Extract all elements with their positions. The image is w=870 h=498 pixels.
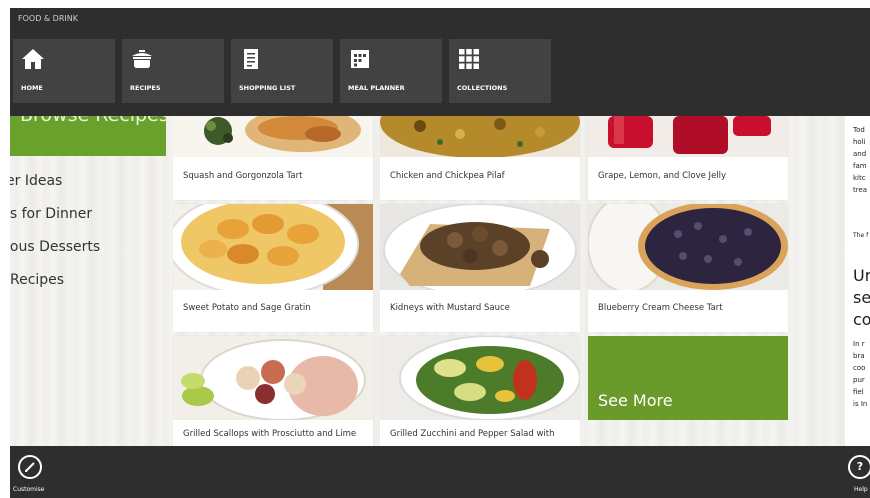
- nav-home[interactable]: HOME: [13, 39, 115, 103]
- pencil-icon: [25, 462, 35, 472]
- recipe-photo: [588, 116, 788, 157]
- right-text-line: trea: [853, 186, 868, 194]
- nav-collections-label: COLLECTIONS: [457, 84, 508, 92]
- nav-meal-planner[interactable]: MEAL PLANNER: [340, 39, 442, 103]
- recipe-title: Sweet Potato and Sage Gratin: [183, 303, 311, 313]
- top-app-bar: FOOD & DRINK HOME RECIPES SHOPPING LIST …: [10, 8, 870, 116]
- right-heading-line: Ur: [853, 266, 870, 285]
- left-item-dinner[interactable]: 's for Dinner: [10, 206, 92, 222]
- grid-icon: [459, 49, 479, 69]
- help-label: Help: [854, 486, 868, 493]
- left-item-recipes[interactable]: Recipes: [10, 272, 64, 288]
- recipe-title: Grape, Lemon, and Clove Jelly: [598, 171, 727, 181]
- nav-home-label: HOME: [21, 84, 43, 92]
- right-article-panel: Tod holi and fam kitc trea The f Ur se c…: [845, 116, 870, 446]
- recipe-photo: [173, 116, 373, 157]
- food-drink-app: Browse Recipes er Ideas 's for Dinner io…: [10, 8, 870, 498]
- recipe-title: Grilled Zucchini and Pepper Salad with: [390, 429, 555, 439]
- right-heading-line: co: [853, 310, 870, 329]
- right-text-line: pur: [853, 376, 865, 384]
- recipe-card[interactable]: Squash and Gorgonzola Tart: [173, 116, 373, 200]
- recipe-title: Squash and Gorgonzola Tart: [183, 171, 303, 181]
- see-more-label: See More: [598, 391, 673, 410]
- calendar-icon: [351, 50, 369, 68]
- recipe-photo: [380, 116, 580, 157]
- right-text-line: coo: [853, 364, 866, 372]
- browse-recipes-tile[interactable]: Browse Recipes: [10, 116, 166, 156]
- browse-recipes-label: Browse Recipes: [20, 116, 166, 126]
- recipe-card[interactable]: Grilled Zucchini and Pepper Salad with: [380, 336, 580, 446]
- recipe-photo: [380, 204, 580, 290]
- recipe-photo: [380, 336, 580, 420]
- recipe-title: Chicken and Chickpea Pilaf: [390, 171, 505, 181]
- recipe-card[interactable]: Grilled Scallops with Prosciutto and Lim…: [173, 336, 373, 446]
- recipe-card[interactable]: Sweet Potato and Sage Gratin: [173, 204, 373, 332]
- recipe-photo: [173, 204, 373, 290]
- home-icon: [22, 49, 44, 69]
- help-icon: ?: [856, 460, 864, 473]
- right-text-line: bra: [853, 352, 865, 360]
- right-text-line: and: [853, 150, 867, 158]
- customise-button[interactable]: [18, 455, 42, 479]
- recipe-title: Kidneys with Mustard Sauce: [390, 303, 510, 313]
- nav-meal-planner-label: MEAL PLANNER: [348, 84, 405, 92]
- see-more-tile[interactable]: See More: [588, 336, 788, 420]
- recipe-card[interactable]: Chicken and Chickpea Pilaf: [380, 116, 580, 200]
- recipe-photo: [173, 336, 373, 420]
- left-item-ideas[interactable]: er Ideas: [10, 173, 62, 189]
- browse-panel: Browse Recipes er Ideas 's for Dinner io…: [10, 116, 168, 446]
- recipe-photo: [588, 204, 788, 290]
- recipe-card[interactable]: Grape, Lemon, and Clove Jelly: [588, 116, 788, 200]
- left-item-desserts[interactable]: ious Desserts: [10, 239, 100, 255]
- recipe-card[interactable]: Kidneys with Mustard Sauce: [380, 204, 580, 332]
- right-text-line: In r: [853, 340, 865, 348]
- right-text-line: holi: [853, 138, 866, 146]
- list-icon: [244, 49, 258, 69]
- recipe-card[interactable]: Blueberry Cream Cheese Tart: [588, 204, 788, 332]
- right-heading-line: se: [853, 288, 870, 307]
- app-title: FOOD & DRINK: [18, 14, 78, 23]
- right-text-line: Tod: [853, 126, 865, 134]
- nav-recipes[interactable]: RECIPES: [122, 39, 224, 103]
- right-text-line: fiel: [853, 388, 864, 396]
- nav-shopping-list[interactable]: SHOPPING LIST: [231, 39, 333, 103]
- recipe-title: Grilled Scallops with Prosciutto and Lim…: [183, 429, 357, 439]
- nav-collections[interactable]: COLLECTIONS: [449, 39, 551, 103]
- help-button[interactable]: ?: [848, 455, 870, 479]
- right-text-line: kitc: [853, 174, 866, 182]
- right-text-line: is In: [853, 400, 868, 408]
- right-text-line: fam: [853, 162, 867, 170]
- nav-recipes-label: RECIPES: [130, 84, 161, 92]
- recipe-title: Blueberry Cream Cheese Tart: [598, 303, 723, 313]
- bottom-app-bar: Customise ? Help: [10, 446, 870, 498]
- customise-label: Customise: [13, 486, 45, 493]
- right-caption: The f: [853, 232, 869, 239]
- nav-shopping-list-label: SHOPPING LIST: [239, 84, 296, 92]
- pot-icon: [132, 50, 152, 68]
